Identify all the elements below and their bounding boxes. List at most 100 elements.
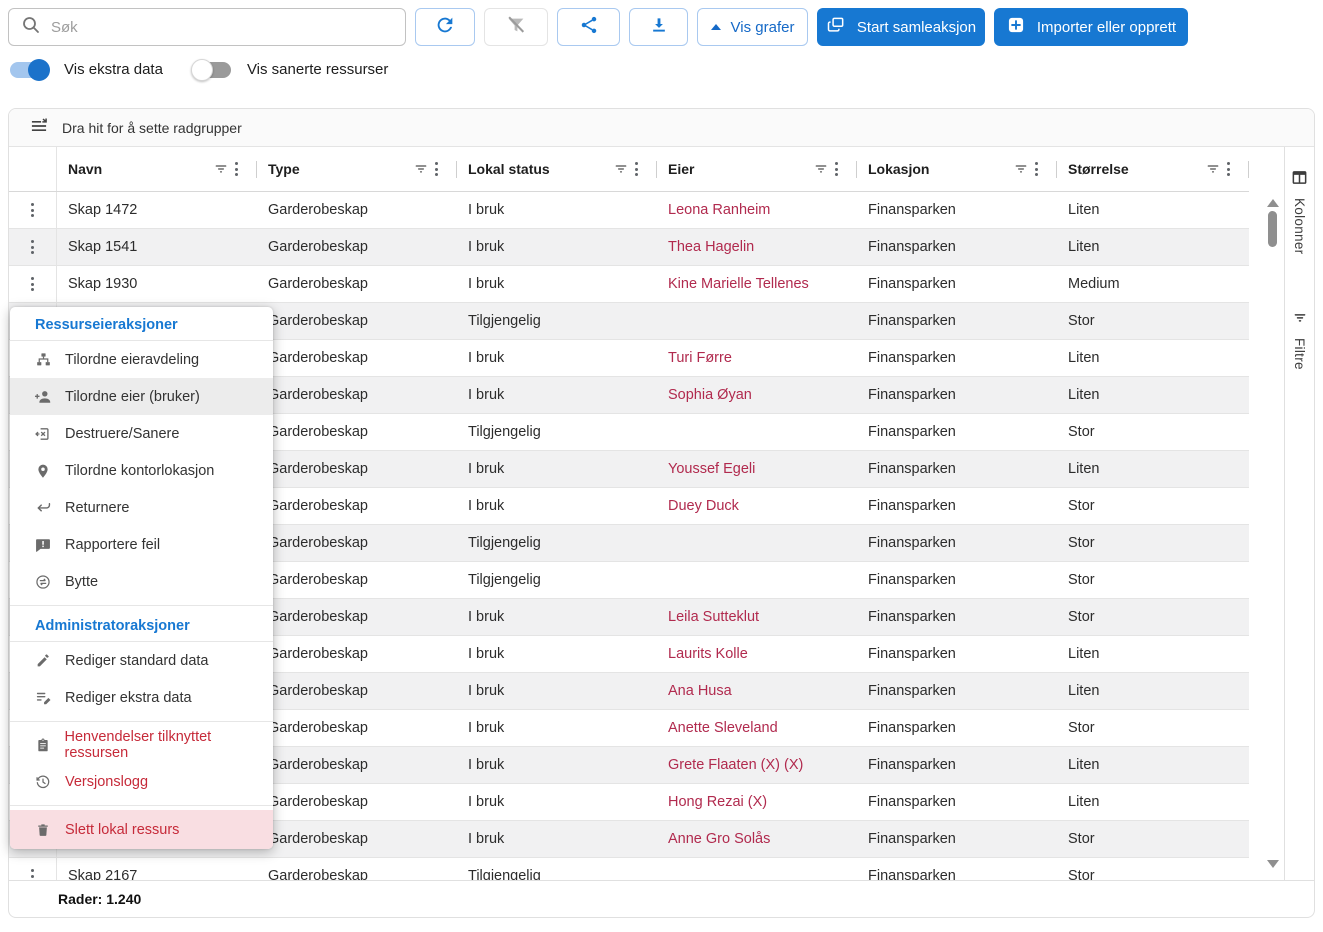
- clear-filter-button[interactable]: [484, 8, 548, 46]
- org-tree-icon: [34, 351, 52, 368]
- download-icon: [649, 15, 669, 40]
- column-header-eier[interactable]: Eier: [657, 147, 857, 191]
- share-icon: [579, 15, 599, 40]
- side-tab-label: Filtre: [1292, 338, 1307, 370]
- cell-eier: [657, 562, 857, 598]
- row-count: Rader: 1.240: [58, 891, 141, 907]
- side-tab-kolonner[interactable]: Kolonner: [1291, 169, 1308, 254]
- menu-item-slett-lokal-ressurs[interactable]: Slett lokal ressurs: [10, 810, 273, 849]
- refresh-button[interactable]: [415, 8, 475, 46]
- search-input[interactable]: [51, 19, 393, 36]
- owner-link[interactable]: Sophia Øyan: [668, 387, 752, 403]
- toggle-switch[interactable]: [193, 62, 231, 78]
- menu-item-destruere-sanere[interactable]: Destruere/Sanere: [10, 415, 273, 452]
- owner-link[interactable]: Thea Hagelin: [668, 239, 754, 255]
- column-menu-icon[interactable]: [1221, 158, 1236, 180]
- cell-status: I bruk: [457, 710, 657, 746]
- side-tab-filtre[interactable]: Filtre: [1292, 310, 1308, 370]
- owner-link[interactable]: Leila Sutteklut: [668, 609, 759, 625]
- owner-link[interactable]: Ana Husa: [668, 683, 732, 699]
- cell-lokasjon: Finansparken: [857, 340, 1057, 376]
- column-header-type[interactable]: Type: [257, 147, 457, 191]
- menu-item-tilordne-kontorlokasjon[interactable]: Tilordne kontorlokasjon: [10, 452, 273, 489]
- menu-item-tilordne-eieravdeling[interactable]: Tilordne eieravdeling: [10, 341, 273, 378]
- cell-eier: Leila Sutteklut: [657, 599, 857, 635]
- owner-link[interactable]: Hong Rezai (X): [668, 794, 767, 810]
- cell-eier: Anette Sleveland: [657, 710, 857, 746]
- owner-link[interactable]: Grete Flaaten (X) (X): [668, 757, 803, 773]
- column-filter-icon[interactable]: [213, 161, 229, 177]
- owner-link[interactable]: Leona Ranheim: [668, 202, 770, 218]
- owner-link[interactable]: Kine Marielle Tellenes: [668, 276, 809, 292]
- column-filter-icon[interactable]: [1205, 161, 1221, 177]
- scroll-up-arrow[interactable]: [1267, 199, 1279, 207]
- owner-link[interactable]: Laurits Kolle: [668, 646, 748, 662]
- search-box[interactable]: [8, 8, 406, 46]
- menu-item-label: Bytte: [65, 574, 98, 590]
- column-menu-icon[interactable]: [429, 158, 444, 180]
- column-header-lokal-status[interactable]: Lokal status: [457, 147, 657, 191]
- cell-status: I bruk: [457, 673, 657, 709]
- cell-type: Garderobeskap: [257, 525, 457, 561]
- column-filter-icon[interactable]: [613, 161, 629, 177]
- row-menu-button[interactable]: [25, 236, 40, 258]
- show-graphs-button[interactable]: Vis grafer: [697, 8, 808, 46]
- import-or-create-button[interactable]: Importer eller opprett: [994, 8, 1188, 46]
- column-header-navn[interactable]: Navn: [57, 147, 257, 191]
- filter-panel-icon: [1292, 310, 1308, 331]
- menu-item-rapportere-feil[interactable]: Rapportere feil: [10, 526, 273, 563]
- column-menu-icon[interactable]: [1029, 158, 1044, 180]
- start-bulk-action-button[interactable]: Start samleaksjon: [817, 8, 985, 46]
- table-row[interactable]: Skap 1472GarderobeskapI brukLeona Ranhei…: [9, 192, 1249, 229]
- table-row[interactable]: Skap 2167GarderobeskapTilgjengeligFinans…: [9, 858, 1249, 880]
- menu-item-tilordne-eier-bruker-[interactable]: Tilordne eier (bruker): [10, 378, 273, 415]
- cell-eier: Leona Ranheim: [657, 192, 857, 228]
- pencil-icon: [34, 653, 52, 668]
- row-menu-button[interactable]: [25, 273, 40, 295]
- menu-item-versjonslogg[interactable]: Versjonslogg: [10, 763, 273, 800]
- scroll-down-arrow[interactable]: [1267, 860, 1279, 868]
- toggle-switch[interactable]: [10, 62, 48, 78]
- column-header-størrelse[interactable]: Størrelse: [1057, 147, 1249, 191]
- header-handle-cell: [9, 147, 57, 191]
- cell-type: Garderobeskap: [257, 303, 457, 339]
- column-menu-icon[interactable]: [629, 158, 644, 180]
- cell-eier: Duey Duck: [657, 488, 857, 524]
- cell-lokasjon: Finansparken: [857, 821, 1057, 857]
- cell-navn: Skap 1472: [57, 192, 257, 228]
- owner-link[interactable]: Duey Duck: [668, 498, 739, 514]
- menu-item-rediger-standard-data[interactable]: Rediger standard data: [10, 642, 273, 679]
- history-icon: [34, 774, 52, 790]
- row-context-menu: RessurseieraksjonerTilordne eieravdeling…: [10, 307, 273, 849]
- row-menu-button[interactable]: [25, 199, 40, 221]
- column-filter-icon[interactable]: [1013, 161, 1029, 177]
- cell-lokasjon: Finansparken: [857, 858, 1057, 880]
- menu-item-henvendelser-tilknyttet-ressursen[interactable]: Henvendelser tilknyttet ressursen: [10, 726, 273, 763]
- share-button[interactable]: [557, 8, 620, 46]
- column-menu-icon[interactable]: [229, 158, 244, 180]
- download-button[interactable]: [629, 8, 688, 46]
- menu-item-bytte[interactable]: Bytte: [10, 563, 273, 600]
- row-menu-button[interactable]: [25, 865, 40, 880]
- owner-link[interactable]: Anne Gro Solås: [668, 831, 770, 847]
- owner-link[interactable]: Anette Sleveland: [668, 720, 778, 736]
- menu-divider: [10, 721, 273, 722]
- cell-storrelse: Liten: [1057, 636, 1249, 672]
- table-row[interactable]: Skap 1541GarderobeskapI brukThea Hagelin…: [9, 229, 1249, 266]
- column-menu-icon[interactable]: [829, 158, 844, 180]
- column-header-lokasjon[interactable]: Lokasjon: [857, 147, 1057, 191]
- menu-item-returnere[interactable]: Returnere: [10, 489, 273, 526]
- cell-eier: [657, 525, 857, 561]
- cell-type: Garderobeskap: [257, 414, 457, 450]
- column-filter-icon[interactable]: [813, 161, 829, 177]
- cell-lokasjon: Finansparken: [857, 599, 1057, 635]
- table-row[interactable]: Skap 1930GarderobeskapI brukKine Mariell…: [9, 266, 1249, 303]
- owner-link[interactable]: Turi Førre: [668, 350, 732, 366]
- row-group-drop-zone[interactable]: Dra hit for å sette radgrupper: [9, 109, 1314, 147]
- cell-storrelse: Liten: [1057, 192, 1249, 228]
- cell-storrelse: Stor: [1057, 525, 1249, 561]
- column-filter-icon[interactable]: [413, 161, 429, 177]
- scrollbar-thumb[interactable]: [1268, 211, 1277, 247]
- menu-item-rediger-ekstra-data[interactable]: Rediger ekstra data: [10, 679, 273, 716]
- owner-link[interactable]: Youssef Egeli: [668, 461, 755, 477]
